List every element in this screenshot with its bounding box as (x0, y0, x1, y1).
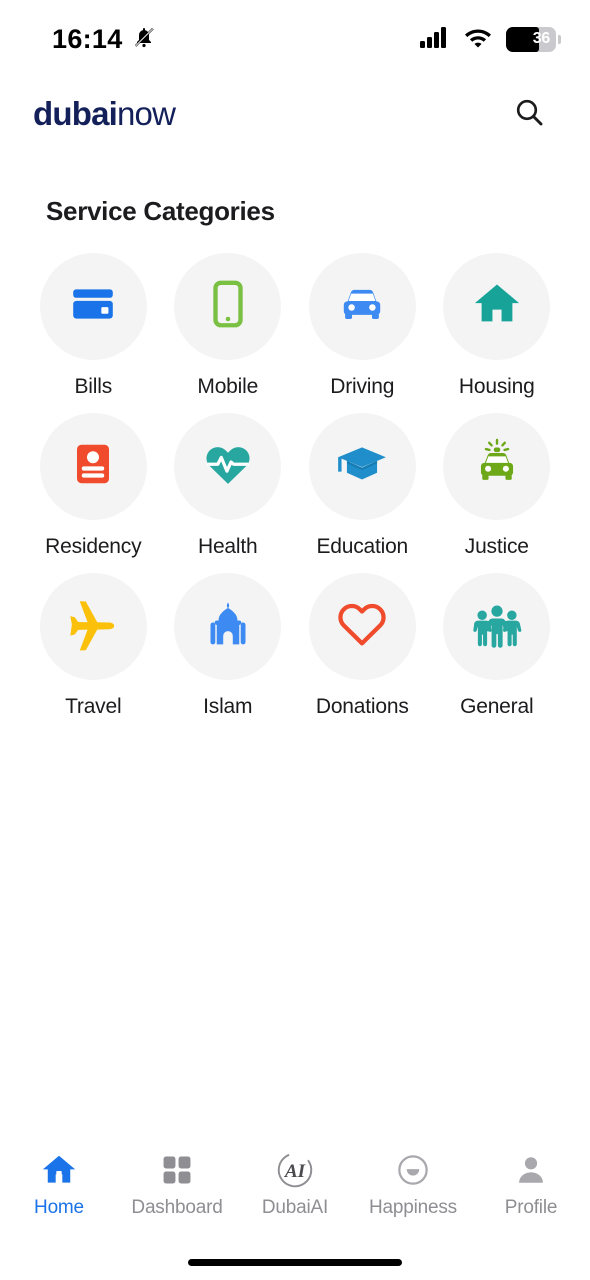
home-icon (40, 1150, 78, 1190)
logo-text-bold: dubai (33, 95, 118, 132)
house-icon (471, 278, 523, 335)
category-icon-wrap (39, 573, 147, 680)
people-group-icon (470, 597, 524, 656)
category-icon-wrap (443, 413, 551, 520)
category-mobile[interactable]: Mobile (161, 249, 296, 399)
tab-profile[interactable]: Profile (472, 1150, 590, 1219)
category-health[interactable]: Health (161, 409, 296, 559)
graduation-cap-icon (335, 437, 389, 496)
search-icon (513, 96, 545, 133)
category-justice[interactable]: Justice (430, 409, 565, 559)
car-icon (336, 278, 388, 335)
person-icon (514, 1150, 548, 1190)
tab-label: DubaiAI (261, 1197, 329, 1218)
ai-circle-icon: AI (274, 1150, 316, 1190)
bottom-navigation: Home Dashboard AI DubaiAI Happiness Prof… (0, 1136, 590, 1244)
home-indicator[interactable] (188, 1258, 402, 1266)
category-icon-wrap (443, 573, 551, 680)
id-card-icon (69, 440, 117, 493)
home-indicator-area (0, 1244, 590, 1280)
category-travel[interactable]: Travel (26, 569, 161, 719)
category-label: Health (197, 535, 258, 558)
tab-label: Home (34, 1197, 84, 1218)
bell-slash-icon (132, 25, 156, 54)
category-housing[interactable]: Housing (430, 249, 565, 399)
category-label: Housing (458, 375, 535, 398)
category-driving[interactable]: Driving (295, 249, 430, 399)
grid-icon (160, 1150, 194, 1190)
category-label: Education (316, 535, 409, 558)
app-header: dubainow (0, 78, 590, 150)
tab-label: Dashboard (131, 1197, 223, 1218)
heart-pulse-icon (202, 438, 254, 495)
battery-percent: 36 (532, 30, 551, 47)
cellular-signal-icon (420, 26, 450, 53)
credit-card-icon (68, 279, 118, 334)
category-icon-wrap (443, 253, 551, 360)
tab-label: Profile (504, 1197, 558, 1218)
tab-label: Happiness (369, 1197, 457, 1218)
category-icon-wrap (174, 253, 282, 360)
category-icon-wrap (308, 573, 416, 680)
service-categories-grid: Bills Mobile Driving Housing Residency H… (26, 249, 564, 719)
category-label: Justice (464, 535, 529, 558)
status-bar-right: 36 (420, 26, 561, 53)
category-label: Donations (315, 695, 409, 718)
page-title: Service Categories (46, 196, 275, 226)
category-label: Travel (65, 695, 122, 718)
category-general[interactable]: General (430, 569, 565, 719)
category-residency[interactable]: Residency (26, 409, 161, 559)
tab-dubaiai[interactable]: AI DubaiAI (236, 1150, 354, 1219)
category-icon-wrap (174, 413, 282, 520)
category-bills[interactable]: Bills (26, 249, 161, 399)
category-islam[interactable]: Islam (161, 569, 296, 719)
category-education[interactable]: Education (295, 409, 430, 559)
status-time: 16:14 (52, 23, 123, 54)
category-label: Islam (203, 695, 253, 718)
category-label: Driving (330, 375, 395, 398)
tab-home[interactable]: Home (0, 1150, 118, 1219)
tab-dashboard[interactable]: Dashboard (118, 1150, 236, 1219)
smiley-icon (395, 1150, 431, 1190)
category-label: General (460, 695, 534, 718)
status-bar-left: 16:14 (52, 24, 156, 55)
smartphone-icon (203, 279, 253, 334)
category-icon-wrap (174, 573, 282, 680)
search-button[interactable] (506, 91, 552, 137)
category-icon-wrap (39, 253, 147, 360)
status-bar: 16:14 36 (0, 0, 590, 78)
category-icon-wrap (308, 253, 416, 360)
category-icon-wrap (39, 413, 147, 520)
main-content: Service Categories Bills Mobile Driving … (0, 150, 590, 1136)
airplane-icon (66, 597, 120, 656)
battery-nub (558, 34, 561, 44)
battery-indicator: 36 (506, 26, 561, 52)
category-label: Mobile (197, 375, 259, 398)
svg-text:AI: AI (284, 1161, 307, 1182)
category-label: Residency (45, 535, 142, 558)
category-icon-wrap (308, 413, 416, 520)
logo-text-light: now (117, 95, 176, 132)
app-logo: dubainow (33, 95, 176, 133)
app-screen: 16:14 36 dubainow Service Categories Bil… (0, 0, 590, 1280)
category-donations[interactable]: Donations (295, 569, 430, 719)
mosque-icon (203, 599, 253, 654)
tab-happiness[interactable]: Happiness (354, 1150, 472, 1219)
wifi-icon (463, 26, 493, 53)
heart-outline-icon (335, 597, 389, 656)
police-car-icon (471, 438, 523, 495)
category-label: Bills (74, 375, 112, 398)
